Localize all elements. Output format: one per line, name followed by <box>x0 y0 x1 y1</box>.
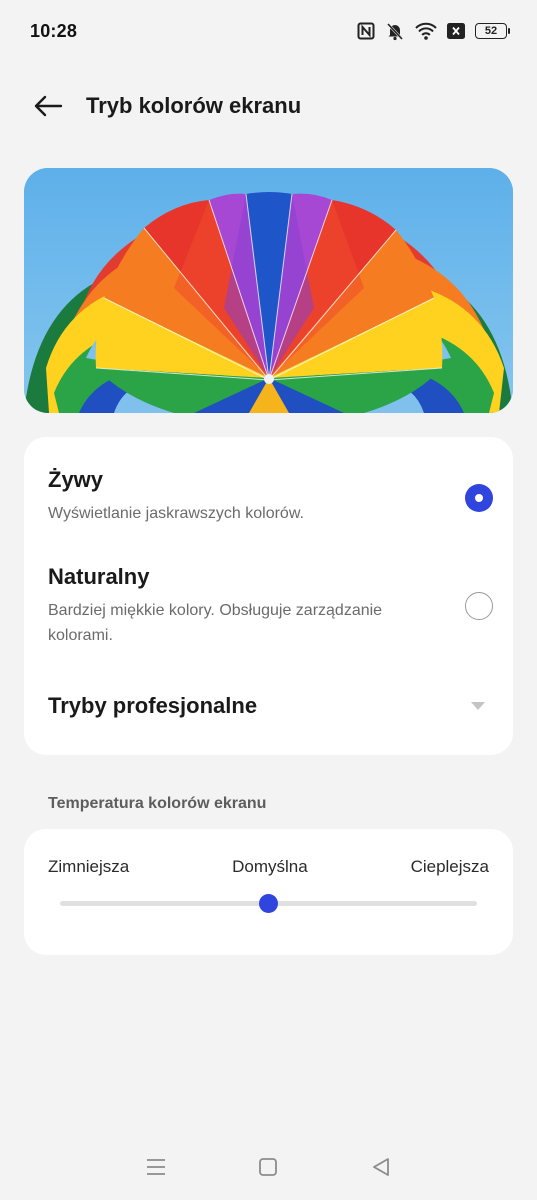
temperature-mid-label: Domyślna <box>232 857 308 876</box>
nfc-icon <box>357 22 375 40</box>
temperature-max-label: Cieplejsza <box>410 857 489 876</box>
menu-icon <box>147 1159 166 1175</box>
wifi-icon <box>415 22 437 40</box>
preview-image <box>24 168 513 413</box>
chevron-down-icon <box>471 702 485 710</box>
bell-off-icon <box>385 21 405 41</box>
mode-option-vivid[interactable]: Żywy Wyświetlanie jaskrawszych kolorów. <box>48 467 493 526</box>
back-nav-button[interactable] <box>361 1147 401 1187</box>
radio-vivid[interactable] <box>465 484 493 512</box>
color-modes-card: Żywy Wyświetlanie jaskrawszych kolorów. … <box>24 437 513 755</box>
status-bar: 10:28 52 <box>0 0 537 62</box>
back-button[interactable] <box>30 88 66 124</box>
home-button[interactable] <box>248 1147 288 1187</box>
status-icons: 52 <box>357 21 510 41</box>
temperature-labels: Zimniejsza Domyślna Cieplejsza <box>48 857 489 877</box>
battery-icon: 52 <box>475 23 510 39</box>
temperature-section-label: Temperatura kolorów ekranu <box>48 795 267 812</box>
header: Tryb kolorów ekranu <box>0 76 537 136</box>
menu-button[interactable] <box>136 1147 176 1187</box>
home-icon <box>259 1158 278 1176</box>
parachute-image <box>24 168 513 413</box>
mode-option-natural[interactable]: Naturalny Bardziej miękkie kolory. Obsłu… <box>48 564 493 648</box>
mode-description: Bardziej miękkie kolory. Obsługuje zarzą… <box>48 602 383 644</box>
pro-modes-row[interactable]: Tryby profesjonalne <box>48 689 489 723</box>
mode-description: Wyświetlanie jaskrawszych kolorów. <box>48 505 304 522</box>
pro-modes-label: Tryby profesjonalne <box>48 693 258 718</box>
page-title: Tryb kolorów ekranu <box>86 93 302 118</box>
mode-title: Żywy <box>48 467 104 492</box>
battery-level: 52 <box>484 25 498 37</box>
arrow-left-icon <box>34 95 63 117</box>
navigation-bar <box>0 1134 537 1200</box>
temperature-slider-thumb[interactable] <box>259 894 278 913</box>
temperature-card: Zimniejsza Domyślna Cieplejsza <box>24 829 513 955</box>
temperature-min-label: Zimniejsza <box>48 857 130 876</box>
radio-natural[interactable] <box>465 592 493 620</box>
mode-title: Naturalny <box>48 564 150 589</box>
back-triangle-icon <box>372 1158 389 1176</box>
close-box-icon <box>447 23 465 39</box>
status-time: 10:28 <box>30 20 78 41</box>
